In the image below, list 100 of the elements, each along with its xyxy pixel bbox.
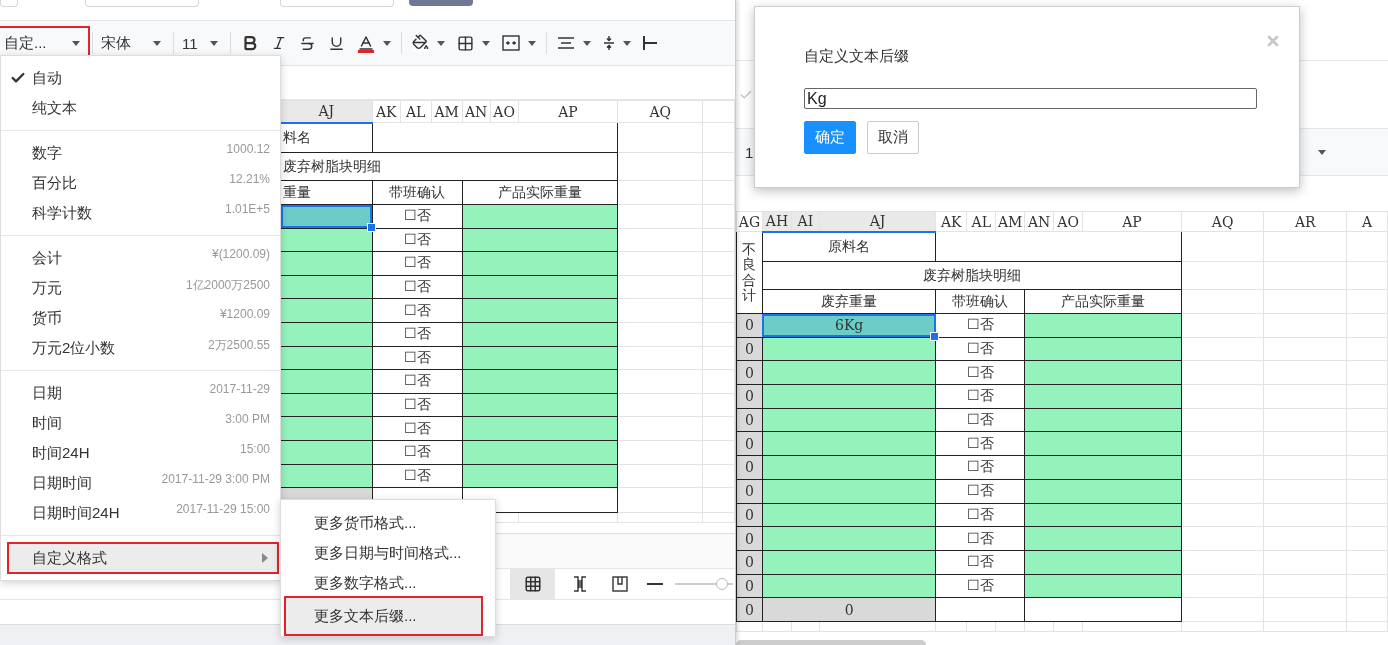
column-header[interactable]: A — [1346, 211, 1388, 232]
table-cell: 0 — [736, 408, 763, 432]
example-text: ¥1200.09 — [219, 307, 270, 321]
table-cell: 0 — [736, 550, 763, 575]
input-field[interactable]: Kg — [804, 88, 1257, 109]
column-header[interactable]: AK — [935, 211, 967, 232]
column-header[interactable]: AO — [1053, 211, 1083, 232]
caret-icon — [528, 40, 536, 46]
dropdown-select[interactable]: 自定... — [0, 28, 88, 58]
table-cell: 6Kg — [762, 313, 936, 338]
table-cell: 0 — [736, 313, 763, 338]
column-header[interactable]: AQ — [617, 100, 703, 123]
dialog-title: 自定义文本后缀 — [804, 47, 910, 66]
column-header[interactable]: AH — [762, 211, 792, 232]
table-cell: 0 — [736, 597, 763, 622]
borders-icon — [457, 34, 474, 52]
example-text: 2017-11-29 — [209, 382, 270, 396]
column-header[interactable]: AM — [431, 100, 463, 123]
example-text: 15:00 — [239, 442, 270, 456]
caret-icon — [623, 40, 631, 46]
vertical-align-icon — [603, 35, 615, 51]
example-text: 1.01E+5 — [224, 202, 270, 216]
table-cell: 0 — [736, 384, 763, 409]
table-cell: 重量 — [280, 180, 373, 205]
caret-icon — [383, 40, 391, 46]
menu-item[interactable]: 更多货币格式... — [281, 508, 495, 538]
slider-thumb[interactable] — [716, 578, 729, 591]
caret-icon — [437, 40, 445, 46]
table-cell: 0 — [736, 574, 763, 598]
fill-handle[interactable] — [366, 222, 376, 232]
menu-item[interactable]: 时间 3:00 PM — [1, 408, 280, 438]
column-header[interactable]: AI — [791, 211, 820, 232]
caret-icon — [482, 40, 490, 46]
table-cell: 0 — [736, 431, 763, 456]
column-header[interactable]: AN — [1024, 211, 1054, 232]
example-text: 2017-11-29 15:00 — [176, 502, 270, 516]
table-cell: 不良合计 — [736, 231, 763, 314]
menu-item[interactable]: 纯文本 — [1, 93, 280, 123]
caret-icon — [210, 40, 218, 46]
menu-item[interactable]: 更多文本后缀... — [286, 598, 481, 634]
menu-item[interactable]: 会计 ¥(1200.09) — [1, 243, 280, 273]
underline-icon — [328, 34, 345, 52]
caret-icon — [153, 40, 161, 46]
column-header[interactable]: AK — [372, 100, 401, 123]
minus-icon — [647, 582, 663, 587]
menu-item[interactable]: 时间24H 15:00 — [1, 438, 280, 468]
menu-item[interactable]: 货币 ¥1200.09 — [1, 303, 280, 333]
table-cell: 0 — [736, 479, 763, 503]
column-header[interactable]: AQ — [1181, 211, 1264, 232]
table-cell: 产品实际重量 — [462, 180, 618, 205]
column-header[interactable]: AL — [966, 211, 996, 232]
column-header[interactable]: AM — [995, 211, 1025, 232]
column-header[interactable]: AR — [1263, 211, 1347, 232]
column-header[interactable]: AL — [400, 100, 432, 123]
grid-view-icon — [523, 575, 542, 594]
table-cell: 0 — [762, 597, 936, 622]
cancel-button[interactable]: 取消 — [867, 121, 919, 154]
example-text: 2万2500.55 — [207, 337, 270, 354]
toolbar-text: 1 — [745, 143, 754, 161]
menu-item[interactable]: 百分比 12.21% — [1, 168, 280, 198]
page-break-icon — [572, 576, 588, 593]
menu-item[interactable]: 日期时间24H 2017-11-29 15:00 — [1, 498, 280, 528]
column-header[interactable]: AO — [490, 100, 519, 123]
column-header[interactable]: AP — [1082, 211, 1182, 232]
menu-item[interactable]: 更多数字格式... — [281, 568, 495, 598]
menu-item[interactable]: 数字 1000.12 — [1, 138, 280, 168]
menu-item[interactable]: 日期时间 2017-11-29 3:00 PM — [1, 468, 280, 498]
menu-item[interactable]: 更多日期与时间格式... — [281, 538, 495, 568]
strikethrough-icon — [299, 34, 316, 52]
table-cell: 0 — [736, 503, 763, 527]
italic-icon — [271, 35, 287, 51]
menu-item[interactable]: 日期 2017-11-29 — [1, 378, 280, 408]
view-button[interactable] — [510, 569, 555, 600]
menu-item[interactable]: 自定义格式 — [8, 543, 278, 573]
table-cell: 0 — [736, 360, 763, 385]
caret-icon — [583, 40, 591, 46]
column-header[interactable]: AJ — [819, 211, 936, 232]
table-cell: 废弃重量 — [762, 289, 936, 314]
table-cell: 产品实际重量 — [1024, 289, 1182, 314]
table-cell: 废弃树脂块明细 — [762, 261, 1182, 290]
menu-item[interactable]: 万元 1亿2000万2500 — [1, 273, 280, 303]
fill-handle[interactable] — [930, 331, 940, 341]
page-layout-icon — [612, 576, 628, 593]
column-header[interactable]: AP — [518, 100, 618, 123]
font-color-icon — [357, 33, 375, 53]
menu-item[interactable]: 自动 — [1, 63, 280, 93]
bold-icon — [241, 34, 259, 52]
table-cell: 0 — [736, 455, 763, 480]
merge-cells-icon — [502, 35, 520, 51]
example-text: 2017-11-29 3:00 PM — [161, 472, 270, 486]
table-cell: 料名 — [280, 122, 373, 153]
menu-item[interactable]: 科学计数 1.01E+5 — [1, 198, 280, 228]
indent-icon — [643, 35, 657, 51]
column-header[interactable]: AN — [462, 100, 491, 123]
menu-item[interactable]: 万元2位小数 2万2500.55 — [1, 333, 280, 363]
column-header[interactable]: AJ — [280, 100, 373, 123]
table-cell: 废弃树脂块明细 — [280, 152, 618, 181]
table-cell: 原料名 — [762, 231, 936, 262]
column-header[interactable]: AG — [736, 211, 763, 232]
table-cell: 0 — [736, 337, 763, 361]
